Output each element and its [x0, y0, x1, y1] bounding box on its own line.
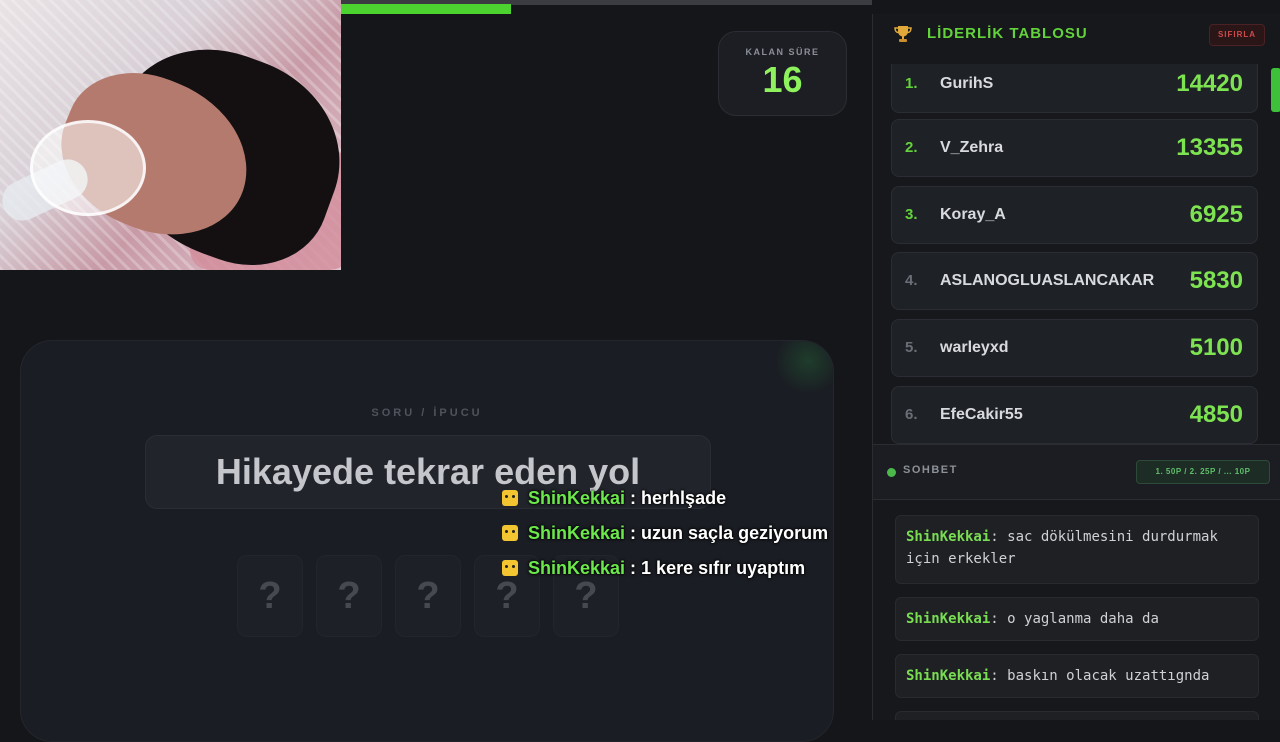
leaderboard-name: warleyxd — [940, 339, 1009, 356]
top-progress-fill — [341, 4, 511, 14]
leaderboard-name: ASLANOGLUASLANCAKAR — [940, 272, 1155, 289]
leaderboard-rank: 1. — [905, 75, 918, 92]
timer-value: 16 — [762, 59, 803, 100]
live-dot-icon — [887, 468, 896, 477]
chat-message — [895, 711, 1259, 720]
chat-header: SOHBET 1. 50P / 2. 25P / ... 10P — [873, 444, 1280, 500]
points-info-badge: 1. 50P / 2. 25P / ... 10P — [1136, 460, 1270, 484]
leaderboard-score: 5830 — [1189, 267, 1243, 294]
leaderboard-score: 14420 — [1176, 70, 1243, 97]
timer-label: KALAN SÜRE — [745, 47, 820, 57]
chat-text: : o yaglanma daha da — [990, 611, 1159, 627]
leaderboard-row: 6. EfeCakir55 4850 — [891, 386, 1258, 444]
leaderboard-rank: 3. — [905, 206, 918, 223]
chat-message: ShinKekkai: o yaglanma daha da — [895, 597, 1259, 641]
overlay-chat-user: ShinKekkai — [528, 523, 626, 543]
answer-tile: ? — [395, 555, 461, 637]
pikachu-emote-icon — [502, 490, 518, 506]
reset-button[interactable]: SIFIRLA — [1209, 24, 1265, 46]
overlay-chat-message: uzun saçla geziyorum — [641, 523, 829, 543]
overlay-chat-message: 1 kere sıfır uyaptım — [641, 558, 806, 578]
chat-user: ShinKekkai — [906, 668, 991, 684]
overlay-chat-user: ShinKekkai — [528, 558, 626, 578]
leaderboard-name: EfeCakir55 — [940, 406, 1023, 423]
leaderboard-header: LİDERLİK TABLOSU SIFIRLA — [873, 14, 1280, 54]
overlay-chat-message: herhlşade — [641, 488, 727, 508]
leaderboard-score: 5100 — [1189, 334, 1243, 361]
overlay-chat-line: ShinKekkai : 1 kere sıfır uyaptım — [502, 555, 828, 590]
overlay-chat: ShinKekkai : herhlşade ShinKekkai : uzun… — [502, 485, 828, 590]
chat-user: ShinKekkai — [906, 611, 991, 627]
leaderboard-rank: 5. — [905, 339, 918, 356]
leaderboard-row: 1. GurihS 14420 — [891, 64, 1258, 113]
leaderboard-name: V_Zehra — [940, 139, 1004, 156]
answer-tile: ? — [316, 555, 382, 637]
leaderboard-list[interactable]: 1. GurihS 14420 2. V_Zehra 13355 3. Kora… — [873, 64, 1280, 444]
leaderboard-score: 13355 — [1176, 134, 1243, 161]
leaderboard-rank: 4. — [905, 272, 918, 289]
question-label: SORU / İPUCU — [371, 407, 483, 419]
leaderboard-rank: 2. — [905, 139, 918, 156]
leaderboard-score: 4850 — [1189, 401, 1243, 428]
leaderboard-name: Koray_A — [940, 206, 1006, 223]
webcam-feed — [0, 0, 341, 270]
leaderboard-row: 4. ASLANOGLUASLANCAKAR 5830 — [891, 252, 1258, 310]
chat-text: : baskın olacak uzattıgnda — [990, 668, 1210, 684]
leaderboard-row: 5. warleyxd 5100 — [891, 319, 1258, 377]
overlay-chat-user: ShinKekkai — [528, 488, 626, 508]
leaderboard-title: LİDERLİK TABLOSU — [927, 25, 1088, 42]
leaderboard-row: 3. Koray_A 6925 — [891, 186, 1258, 244]
answer-tile: ? — [237, 555, 303, 637]
chat-list[interactable]: ShinKekkai: sac dökülmesini durdurmak iç… — [873, 499, 1280, 720]
pikachu-emote-icon — [502, 560, 518, 576]
trophy-icon — [894, 26, 912, 42]
leaderboard-score: 6925 — [1189, 201, 1243, 228]
leaderboard-row: 2. V_Zehra 13355 — [891, 119, 1258, 177]
chat-message: ShinKekkai: baskın olacak uzattıgnda — [895, 654, 1259, 698]
pikachu-emote-icon — [502, 525, 518, 541]
overlay-chat-line: ShinKekkai : herhlşade — [502, 485, 828, 520]
leaderboard-scrollbar[interactable] — [1271, 68, 1280, 112]
chat-user: ShinKekkai — [906, 529, 991, 545]
side-panel: LİDERLİK TABLOSU SIFIRLA 1. GurihS 14420… — [872, 14, 1280, 720]
timer-panel: KALAN SÜRE 16 — [718, 31, 847, 116]
chat-message: ShinKekkai: sac dökülmesini durdurmak iç… — [895, 515, 1259, 584]
overlay-chat-line: ShinKekkai : uzun saçla geziyorum — [502, 520, 828, 555]
chat-title: SOHBET — [903, 464, 958, 476]
leaderboard-name: GurihS — [940, 75, 994, 92]
leaderboard-rank: 6. — [905, 406, 918, 423]
